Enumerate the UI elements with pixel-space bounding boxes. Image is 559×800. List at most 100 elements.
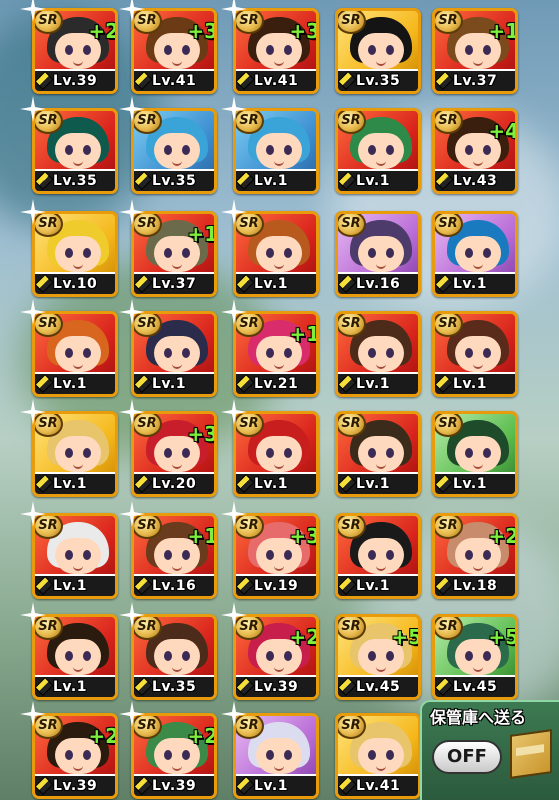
level-text: Lv.43 [453,173,498,189]
level-text: Lv.41 [254,73,299,89]
character-card[interactable]: Lv.1 SR [432,311,518,397]
character-card-cell: Lv.10 SR [20,199,118,297]
plus-count-badge: +1 [187,222,217,246]
character-eye [465,248,473,258]
character-card[interactable]: Lv.37 SR +1 [432,8,518,94]
character-card[interactable]: Lv.1 SR [335,411,421,497]
storage-label: 保管庫へ送る [430,708,527,727]
character-eye [483,651,491,661]
storage-toggle-label: OFF [447,746,487,767]
character-eye [182,348,190,358]
plus-count-badge: +5 [391,625,421,649]
plus-count-badge: +2 [88,724,118,748]
storage-box-icon [510,729,552,779]
sparkle-icon [20,501,46,527]
character-card-cell: Lv.41 SR +3 [221,0,319,94]
level-text: Lv.16 [152,578,197,594]
character-card-cell: Lv.1 SR [20,602,118,700]
level-text: Lv.1 [356,476,390,492]
character-eye [368,651,376,661]
character-eye [266,45,274,55]
sparkle-icon [119,0,145,22]
character-card[interactable]: Lv.45 SR +5 [335,614,421,700]
character-card-cell: Lv.1 SR [221,701,319,799]
plus-count-badge: +2 [187,724,217,748]
character-eye [284,651,292,661]
character-eye [65,448,73,458]
character-card[interactable]: Lv.1 SR [432,411,518,497]
level-text: Lv.1 [254,173,288,189]
character-card-cell: Lv.39 SR +2 [20,0,118,94]
character-card[interactable]: Lv.43 SR +4 [432,108,518,194]
level-text: Lv.1 [254,276,288,292]
character-card[interactable]: Lv.41 SR [335,713,421,799]
character-card-cell: Lv.1 SR [20,399,118,497]
character-card[interactable]: Lv.18 SR +2 [432,513,518,599]
sr-rarity-badge: SR [338,716,366,739]
character-card-cell: Lv.21 SR +1 [221,299,319,397]
level-text: Lv.37 [152,276,197,292]
character-eye [368,145,376,155]
character-eye [284,750,292,760]
character-card-cell: Lv.37 SR +1 [432,8,518,94]
level-text: Lv.41 [356,778,401,794]
character-card[interactable]: Lv.16 SR [335,211,421,297]
sr-rarity-badge: SR [435,516,463,539]
sparkle-icon [119,399,145,425]
level-text: Lv.1 [356,578,390,594]
character-card-cell: Lv.43 SR +4 [432,108,518,194]
character-eye [368,248,376,258]
character-eye [465,348,473,358]
character-card-cell: Lv.1 SR [335,411,421,497]
sr-rarity-badge: SR [435,314,463,337]
character-eye [284,448,292,458]
character-eye [465,448,473,458]
sr-rarity-badge: SR [435,414,463,437]
character-eye [386,348,394,358]
character-card-cell: Lv.1 SR [221,96,319,194]
character-eye [386,45,394,55]
character-eye [266,651,274,661]
character-card-cell: Lv.1 SR [335,513,421,599]
level-text: Lv.1 [254,476,288,492]
character-card-cell: Lv.1 SR [119,299,217,397]
character-eye [83,45,91,55]
character-card[interactable]: Lv.35 SR [335,8,421,94]
character-eye [266,550,274,560]
card-grid: Lv.39 SR +2 Lv.41 SR +3 Lv.41 SR +3 Lv.35 SR Lv.37 S… [0,0,559,800]
sparkle-icon [221,299,247,325]
sparkle-icon [20,299,46,325]
character-card[interactable]: Lv.1 SR [335,108,421,194]
level-text: Lv.16 [356,276,401,292]
character-card[interactable]: Lv.1 SR [432,211,518,297]
character-eye [164,145,172,155]
level-text: Lv.45 [453,679,498,695]
character-card[interactable]: Lv.1 SR [335,311,421,397]
character-eye [182,750,190,760]
character-card-cell: Lv.16 SR +1 [119,501,217,599]
sparkle-icon [20,199,46,225]
character-card[interactable]: Lv.45 SR +5 [432,614,518,700]
character-eye [65,348,73,358]
sparkle-icon [221,96,247,122]
character-card-cell: Lv.18 SR +2 [432,513,518,599]
character-eye [65,145,73,155]
sr-rarity-badge: SR [338,111,366,134]
sr-rarity-badge: SR [435,617,463,640]
level-text: Lv.35 [152,679,197,695]
character-eye [368,45,376,55]
level-text: Lv.41 [152,73,197,89]
plus-count-badge: +3 [187,422,217,446]
character-card[interactable]: Lv.1 SR [335,513,421,599]
character-card-cell: Lv.20 SR +3 [119,399,217,497]
character-card-cell: Lv.1 SR [20,299,118,397]
character-eye [65,750,73,760]
storage-toggle-button[interactable]: OFF [432,740,502,774]
sr-rarity-badge: SR [338,516,366,539]
sparkle-icon [20,96,46,122]
character-card-cell: Lv.41 SR +3 [119,0,217,94]
plus-count-badge: +3 [289,524,319,548]
level-text: Lv.37 [453,73,498,89]
sparkle-icon [221,602,247,628]
sr-rarity-badge: SR [338,617,366,640]
